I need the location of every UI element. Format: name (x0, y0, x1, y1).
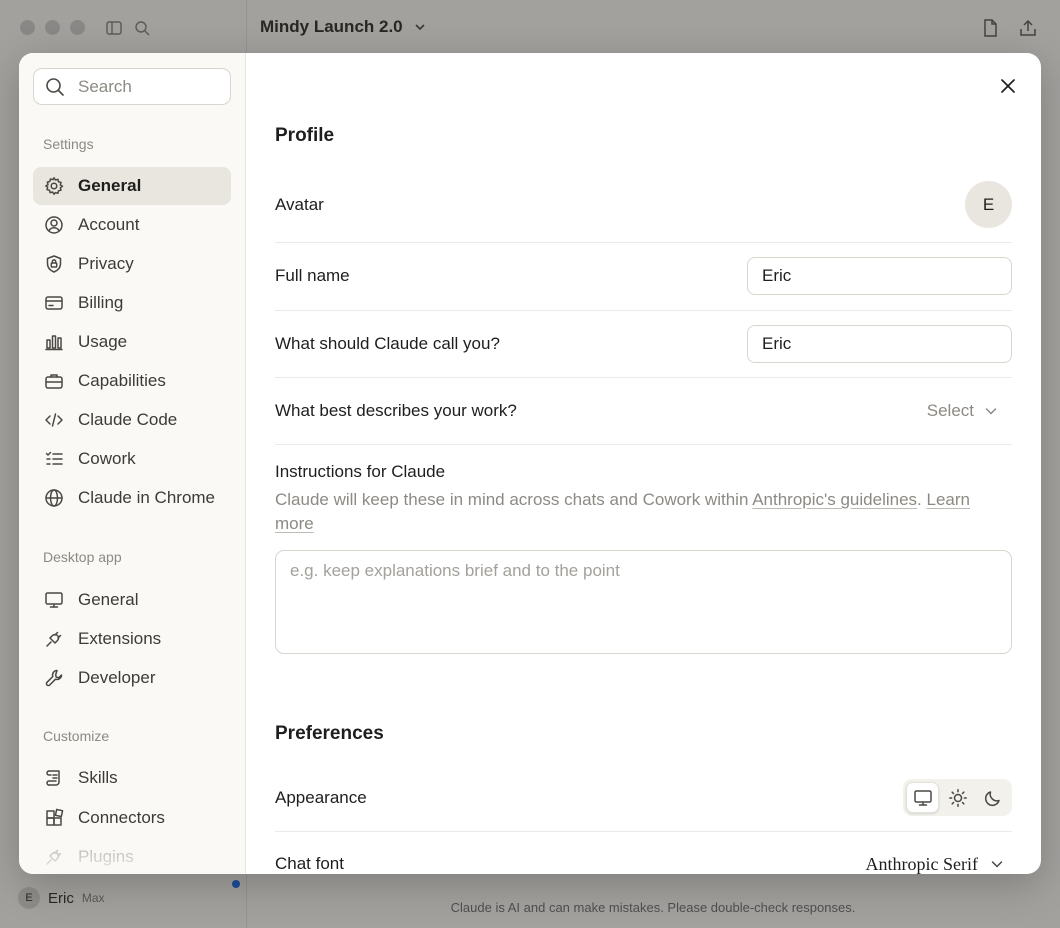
sidebar-item-account[interactable]: Account (33, 206, 231, 244)
close-icon (1001, 79, 1015, 93)
settings-sidebar: Settings General Account Privacy Billing… (19, 53, 246, 874)
bar-chart-icon (44, 332, 64, 352)
close-button[interactable] (997, 75, 1019, 97)
sidebar-item-billing[interactable]: Billing (33, 284, 231, 322)
avatar-label: Avatar (275, 194, 324, 214)
sidebar-toggle-icon[interactable] (104, 18, 124, 38)
chevron-down-icon (415, 24, 425, 31)
instructions-title: Instructions for Claude (275, 462, 446, 481)
avatar[interactable]: E (965, 181, 1012, 228)
shield-lock-icon (44, 254, 64, 274)
sun-icon (948, 788, 967, 807)
window-zoom-control[interactable] (70, 20, 85, 35)
settings-content: Profile Avatar E Full name What should C… (247, 53, 1041, 874)
monitor-icon (913, 789, 932, 806)
background-topbar: Mindy Launch 2.0 (0, 0, 1060, 56)
chevron-down-icon (991, 861, 1003, 868)
plug-icon (44, 847, 64, 867)
share-icon[interactable] (1018, 18, 1038, 38)
sidebar-item-cowork[interactable]: Cowork (33, 440, 231, 478)
chevron-down-icon (985, 408, 997, 415)
section-label-desktop: Desktop app (43, 549, 122, 565)
disclaimer-text: Claude is AI and can make mistakes. Plea… (450, 900, 856, 915)
sidebar-item-privacy[interactable]: Privacy (33, 245, 231, 283)
notification-dot (232, 880, 240, 888)
search-icon[interactable] (132, 18, 152, 38)
full-name-label: Full name (275, 266, 350, 285)
globe-icon (44, 488, 64, 508)
section-label-settings: Settings (43, 136, 94, 152)
monitor-icon (44, 590, 64, 610)
document-icon[interactable] (980, 18, 1000, 38)
appearance-row: Appearance (275, 779, 1012, 816)
plug-icon (44, 629, 64, 649)
checklist-icon (44, 449, 64, 469)
toolbox-icon (44, 371, 64, 391)
sidebar-item-usage[interactable]: Usage (33, 323, 231, 361)
divider (275, 242, 1012, 243)
chat-font-row: Chat font Anthropic Serif (275, 849, 1012, 874)
chat-font-label: Chat font (275, 854, 344, 873)
call-you-row: What should Claude call you? (275, 325, 1012, 363)
sidebar-item-connectors[interactable]: Connectors (33, 799, 231, 837)
appearance-light-button[interactable] (941, 782, 974, 813)
instructions-description: Claude will keep these in mind across ch… (275, 490, 970, 533)
profile-heading: Profile (275, 125, 335, 146)
avatar-row: Avatar E (275, 181, 1012, 228)
appearance-toggle (903, 779, 1012, 816)
blocks-icon (44, 808, 64, 828)
sidebar-item-desktop-general[interactable]: General (33, 581, 231, 619)
divider (275, 310, 1012, 311)
appearance-dark-button[interactable] (976, 782, 1009, 813)
sidebar-item-claude-in-chrome[interactable]: Claude in Chrome (33, 479, 231, 517)
scroll-icon (44, 768, 64, 788)
work-row: What best describes your work? Select (275, 392, 1012, 430)
wrench-icon (44, 668, 64, 688)
project-title[interactable]: Mindy Launch 2.0 (260, 17, 427, 37)
sidebar-item-plugins[interactable]: Plugins (33, 838, 231, 874)
window-close-control[interactable] (20, 20, 35, 35)
search-input[interactable] (78, 76, 218, 97)
moon-icon (984, 790, 1000, 806)
code-icon (44, 410, 64, 430)
full-name-row: Full name (275, 257, 1012, 295)
instructions-textarea[interactable] (275, 550, 1012, 654)
section-label-customize: Customize (43, 728, 110, 744)
search-icon (46, 77, 64, 96)
divider (275, 831, 1012, 832)
guidelines-link[interactable]: Anthropic's guidelines (752, 490, 917, 509)
full-name-input[interactable] (747, 257, 1012, 295)
divider (275, 377, 1012, 378)
divider (275, 444, 1012, 445)
appearance-system-button[interactable] (906, 782, 939, 813)
sidebar-item-skills[interactable]: Skills (33, 759, 231, 797)
call-you-label: What should Claude call you? (275, 334, 500, 353)
gear-icon (44, 176, 64, 196)
work-select[interactable]: Select (927, 401, 1012, 421)
call-you-input[interactable] (747, 325, 1012, 363)
appearance-label: Appearance (275, 787, 367, 807)
search-box[interactable] (33, 68, 231, 105)
preferences-heading: Preferences (275, 723, 384, 744)
sidebar-item-capabilities[interactable]: Capabilities (33, 362, 231, 400)
sidebar-item-general[interactable]: General (33, 167, 231, 205)
chat-font-select[interactable]: Anthropic Serif (866, 854, 1012, 875)
work-label: What best describes your work? (275, 401, 517, 420)
sidebar-item-claude-code[interactable]: Claude Code (33, 401, 231, 439)
window-minimize-control[interactable] (45, 20, 60, 35)
user-circle-icon (44, 215, 64, 235)
credit-card-icon (44, 293, 64, 313)
sidebar-item-developer[interactable]: Developer (33, 659, 231, 697)
sidebar-item-extensions[interactable]: Extensions (33, 620, 231, 658)
settings-modal: Settings General Account Privacy Billing… (19, 53, 1041, 874)
